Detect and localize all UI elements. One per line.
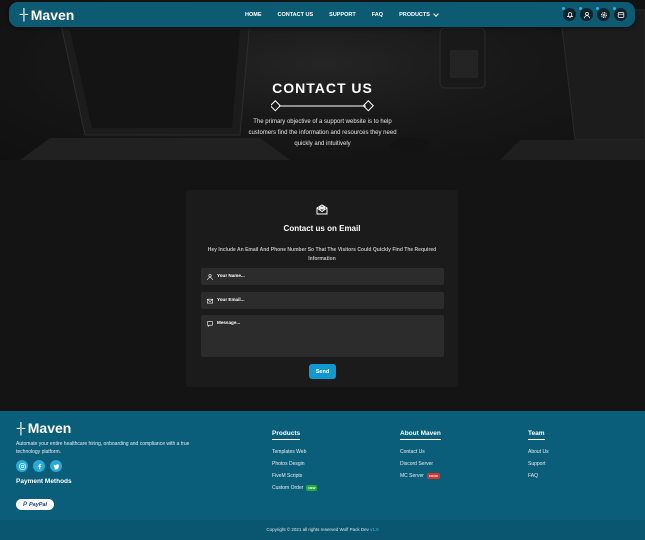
user-icon	[207, 274, 213, 280]
nav-links: HOME CONTACT US SUPPORT FAQ PRODUCTS	[245, 10, 439, 18]
settings-button[interactable]	[596, 7, 610, 21]
contact-form-card: Contact us on Email Hey Include An Email…	[186, 190, 458, 387]
nav-link-products: PRODUCTS	[399, 11, 430, 18]
bell-icon	[566, 11, 573, 18]
nav-link-home[interactable]: HOME	[245, 12, 262, 18]
footer-link[interactable]: Photos Desgin	[272, 458, 317, 470]
link-label: Discord Server	[400, 461, 434, 467]
instagram-icon	[18, 462, 26, 470]
copyright-text: Copyright © 2021 all rights reserved Wol…	[266, 527, 369, 532]
link-label: About Us	[528, 449, 549, 455]
copyright-bar: Copyright © 2021 all rights reserved Wol…	[0, 520, 645, 540]
brand-mark-icon: -|-	[16, 420, 26, 436]
social-links	[16, 460, 62, 472]
page-title: CONTACT US	[272, 80, 373, 96]
footer-column-about: About Maven Contact Us Discord Server MC…	[400, 420, 441, 482]
footer-link[interactable]: FiveM Scripts	[272, 470, 317, 482]
brand-mark-icon: -|-	[19, 7, 29, 22]
user-icon	[583, 11, 590, 18]
nav-link-support[interactable]: SUPPORT	[329, 12, 356, 18]
soon-badge: SOON	[426, 473, 440, 479]
notifications-button[interactable]	[562, 7, 576, 21]
page: CONTACT US The primary objective of a su…	[0, 0, 645, 540]
title-divider	[271, 100, 374, 112]
email-placeholder: Your Email...	[217, 297, 245, 302]
link-label: Templates Web	[272, 449, 307, 455]
email-input[interactable]: Your Email...	[201, 292, 444, 309]
paypal-badge: P PayPal	[16, 499, 54, 510]
mail-icon	[316, 204, 328, 215]
footer-column-products: Products Templates Web Photos Desgin Fiv…	[272, 420, 318, 494]
column-title: Products	[272, 430, 301, 440]
settings-icon	[600, 11, 607, 18]
footer-link[interactable]: Templates Web	[272, 446, 317, 458]
name-placeholder: Your Name...	[217, 273, 245, 278]
footer-brand-name: Maven	[27, 420, 72, 436]
link-label: MC Server	[400, 473, 424, 479]
card-description: Hey Include An Email And Phone Number So…	[207, 247, 437, 262]
footer-column-team: Team About Us Support FAQ	[528, 420, 549, 482]
nav-icon-group	[562, 7, 627, 21]
name-input[interactable]: Your Name...	[201, 268, 444, 285]
wallet-dot	[613, 7, 616, 10]
column-title: Team	[528, 430, 545, 440]
brand-logo[interactable]: -|- Maven	[19, 7, 169, 23]
link-label: Support	[528, 461, 546, 467]
footer-link[interactable]: MC Server SOON	[400, 470, 441, 482]
column-title: About Maven	[400, 430, 441, 440]
footer-link[interactable]: FAQ	[528, 470, 549, 482]
nav-link-faq[interactable]: FAQ	[372, 12, 383, 18]
message-icon	[207, 321, 213, 327]
twitter-button[interactable]	[50, 460, 62, 472]
send-button[interactable]: Send	[309, 364, 336, 379]
card-title: Contact us on Email	[283, 224, 361, 233]
account-dot	[579, 7, 582, 10]
envelope-icon	[207, 298, 213, 304]
message-textarea[interactable]: Message...	[201, 315, 444, 357]
footer-link[interactable]: Support	[528, 458, 549, 470]
brand-name: Maven	[30, 6, 75, 23]
instagram-button[interactable]	[16, 460, 28, 472]
notification-dot	[562, 7, 565, 10]
link-label: Photos Desgin	[272, 461, 305, 467]
account-button[interactable]	[579, 7, 593, 21]
wallet-button[interactable]	[613, 7, 627, 21]
link-label: FAQ	[528, 473, 539, 479]
link-label: FiveM Scripts	[272, 473, 303, 479]
footer: -|- Maven Automate your entire healthcar…	[0, 411, 645, 520]
nav-link-contact[interactable]: CONTACT US	[278, 12, 314, 18]
new-badge: NEW	[306, 485, 318, 491]
settings-dot	[596, 7, 599, 10]
facebook-button[interactable]	[33, 460, 45, 472]
link-label: Custom Order	[272, 485, 304, 491]
twitter-icon	[53, 463, 59, 469]
footer-link[interactable]: Discord Server	[400, 458, 441, 470]
facebook-icon	[37, 463, 41, 469]
footer-description: Automate your entire healthcare hiring, …	[16, 441, 190, 455]
footer-link[interactable]: Custom Order NEW	[272, 482, 318, 494]
wallet-icon	[617, 11, 624, 18]
hero-subtitle: The primary objective of a support websi…	[248, 119, 397, 147]
version-label: v1.0	[370, 527, 379, 532]
message-placeholder: Message...	[217, 320, 241, 325]
nav-link-products-dropdown[interactable]: PRODUCTS	[399, 10, 439, 18]
paypal-label: PayPal	[28, 501, 48, 508]
link-label: Contact Us	[400, 449, 425, 455]
payment-methods-title: Payment Methods	[16, 478, 72, 485]
footer-link[interactable]: About Us	[528, 446, 549, 458]
footer-brand-logo[interactable]: -|- Maven	[16, 420, 71, 436]
footer-link[interactable]: Contact Us	[400, 446, 441, 458]
chevron-down-icon	[433, 10, 439, 17]
paypal-icon: P	[22, 501, 27, 508]
top-navbar: -|- Maven HOME CONTACT US SUPPORT FAQ PR…	[9, 2, 635, 27]
